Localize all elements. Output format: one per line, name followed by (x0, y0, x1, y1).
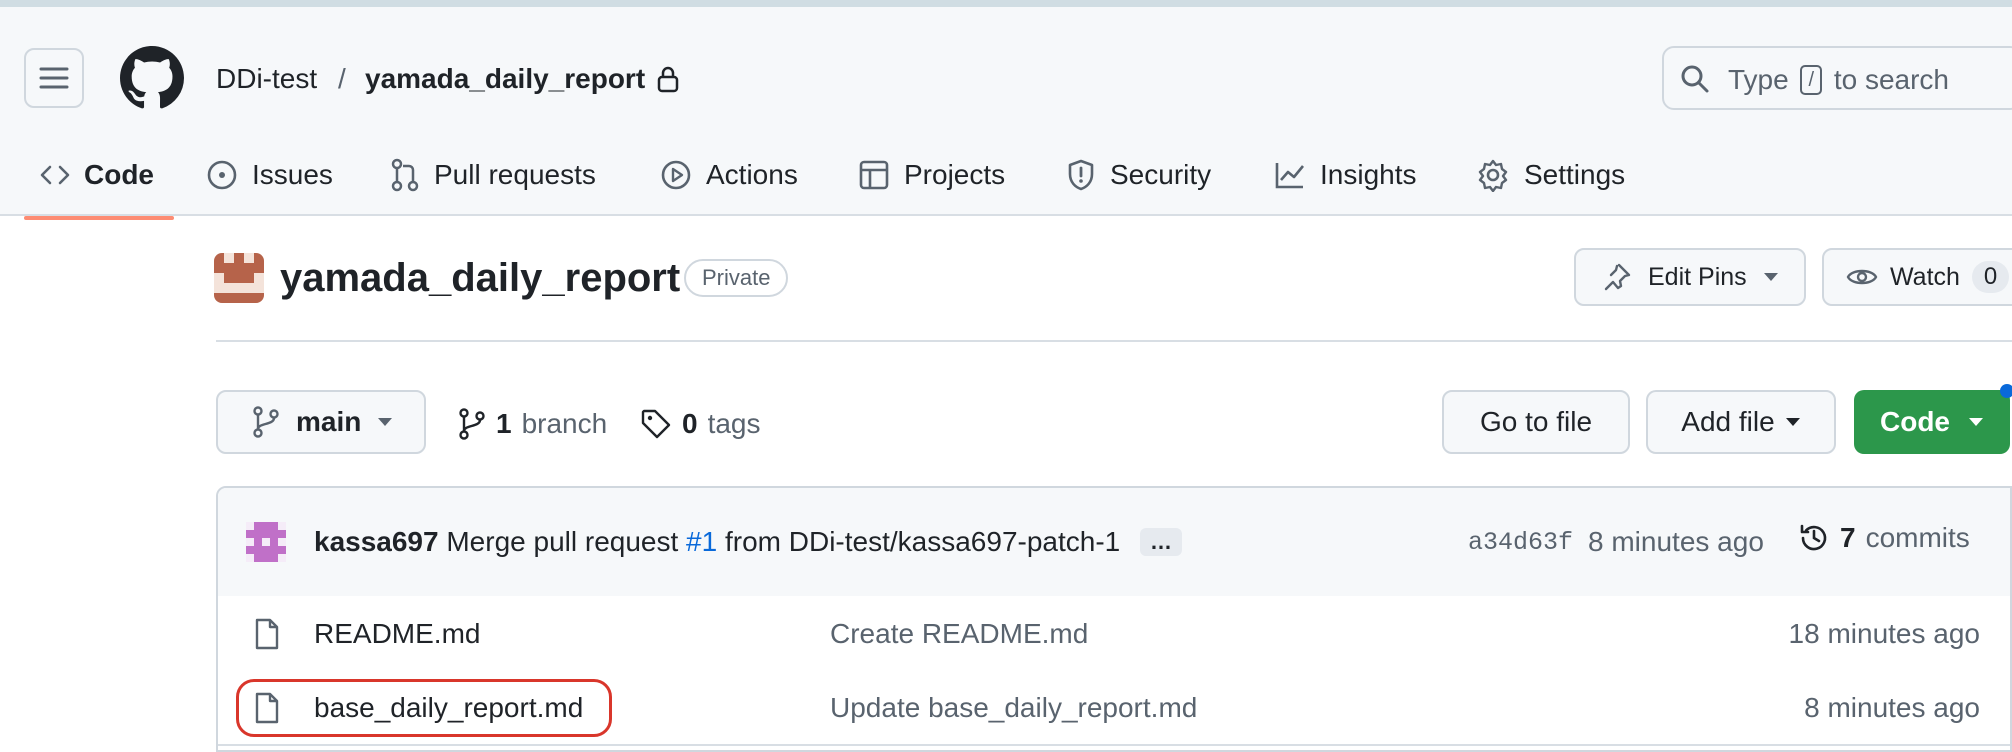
tab-issues[interactable]: Issues (206, 155, 333, 195)
caret-down-icon (378, 418, 393, 426)
watch-button[interactable]: Watch 0 (1822, 248, 2012, 306)
tab-issues-label: Issues (252, 159, 333, 190)
file-list: kassa697 Merge pull request #1 from DDi-… (216, 486, 2012, 752)
commit-sha[interactable]: a34d63f (1468, 528, 1573, 557)
tab-settings[interactable]: Settings (1476, 155, 1625, 195)
pr-link[interactable]: #1 (686, 526, 717, 557)
git-branch-icon (253, 406, 279, 438)
tab-insights-label: Insights (1320, 159, 1417, 190)
edit-pins-label: Edit Pins (1648, 262, 1747, 291)
github-logo-icon[interactable] (120, 46, 184, 110)
active-tab-underline (24, 216, 174, 220)
repo-header: DDi-test / yamada_daily_report Type / to… (0, 7, 2012, 220)
file-row[interactable]: base_daily_report.md Update base_daily_r… (218, 670, 2010, 746)
tag-count: 0 (682, 408, 698, 439)
tag-count-label: tags (707, 408, 761, 439)
branch-count: 1 (496, 408, 512, 439)
eye-icon (1846, 269, 1878, 285)
commit-author-avatar[interactable] (246, 522, 286, 562)
tab-code[interactable]: Code (40, 155, 154, 195)
tab-projects-label: Projects (904, 159, 1006, 190)
commit-message-suffix[interactable]: from DDi-test/kassa697-patch-1 (725, 526, 1120, 557)
breadcrumb-owner[interactable]: DDi-test (216, 63, 317, 95)
commit-time: 8 minutes ago (1588, 526, 1764, 557)
tab-pull-requests-label: Pull requests (434, 159, 596, 190)
branch-count-label: branch (521, 408, 608, 439)
file-icon (255, 692, 279, 724)
search-shortcut-key: / (1800, 65, 1823, 95)
tab-settings-label: Settings (1524, 159, 1626, 190)
repo-title[interactable]: yamada_daily_report (280, 256, 680, 301)
section-divider (216, 340, 2012, 342)
commit-message: kassa697 Merge pull request #1 from DDi-… (314, 526, 1183, 558)
commits-link[interactable]: 7 commits (1798, 522, 1970, 554)
gear-icon (1478, 159, 1508, 192)
play-icon (661, 160, 691, 190)
search-placeholder: Type / to search (1728, 64, 1949, 95)
file-name[interactable]: README.md (314, 618, 480, 650)
git-branch-icon (459, 408, 485, 440)
caret-down-icon (1763, 273, 1778, 281)
tab-actions-label: Actions (706, 159, 798, 190)
tag-icon (641, 409, 671, 439)
tab-actions[interactable]: Actions (660, 155, 798, 195)
breadcrumb-separator: / (338, 63, 346, 94)
repo-owner-avatar (214, 253, 264, 303)
browser-top-strip (0, 0, 2012, 7)
search-icon (1681, 65, 1709, 93)
code-button-label: Code (1880, 406, 1950, 437)
tab-security-label: Security (1110, 159, 1212, 190)
file-time: 18 minutes ago (1788, 618, 1980, 649)
add-file-label: Add file (1681, 406, 1775, 437)
commit-count-label: commits (1865, 522, 1970, 553)
caret-down-icon (1785, 418, 1800, 426)
lock-icon (657, 66, 679, 93)
tab-pull-requests[interactable]: Pull requests (390, 155, 596, 195)
file-name[interactable]: base_daily_report.md (314, 692, 583, 724)
edit-pins-button[interactable]: Edit Pins (1574, 248, 1806, 306)
issue-circle-icon (207, 160, 237, 190)
code-icon (40, 165, 70, 185)
breadcrumb-repo[interactable]: yamada_daily_report (365, 63, 645, 95)
tab-projects[interactable]: Projects (858, 155, 1005, 195)
shield-icon (1068, 159, 1094, 191)
menu-button[interactable] (24, 48, 84, 108)
add-file-button[interactable]: Add file (1646, 390, 1836, 454)
file-commit-message[interactable]: Update base_daily_report.md (830, 692, 1197, 724)
history-icon (1800, 524, 1827, 551)
commit-author[interactable]: kassa697 (314, 526, 439, 557)
tags-link[interactable]: 0 tags (640, 408, 761, 440)
table-icon (859, 160, 889, 190)
hamburger-icon (39, 67, 69, 89)
tab-insights[interactable]: Insights (1274, 155, 1417, 195)
branch-name: main (296, 406, 362, 437)
visibility-badge: Private (684, 259, 789, 297)
tab-security[interactable]: Security (1066, 155, 1211, 195)
latest-commit-row: kassa697 Merge pull request #1 from DDi-… (218, 488, 2010, 598)
tab-code-label: Code (84, 159, 154, 190)
file-row[interactable]: README.md Create README.md 18 minutes ag… (218, 596, 2010, 672)
file-icon (255, 618, 279, 650)
watch-count: 0 (1971, 261, 2010, 293)
pull-request-icon (391, 158, 419, 192)
watch-label: Watch (1890, 262, 1960, 291)
go-to-file-button[interactable]: Go to file (1442, 390, 1630, 454)
commit-count: 7 (1840, 522, 1856, 553)
notification-dot (2000, 384, 2012, 398)
file-time: 8 minutes ago (1804, 692, 1980, 723)
pin-icon (1604, 263, 1631, 291)
search-input[interactable]: Type / to search (1662, 46, 2012, 110)
file-commit-message[interactable]: Create README.md (830, 618, 1088, 650)
expand-commit-button[interactable]: … (1140, 528, 1183, 556)
commit-message-prefix[interactable]: Merge pull request (446, 526, 678, 557)
graph-icon (1275, 163, 1305, 189)
branch-selector[interactable]: main (216, 390, 426, 454)
branches-link[interactable]: 1 branch (458, 408, 607, 440)
caret-down-icon (1969, 418, 1983, 426)
code-button[interactable]: Code (1854, 390, 2010, 454)
